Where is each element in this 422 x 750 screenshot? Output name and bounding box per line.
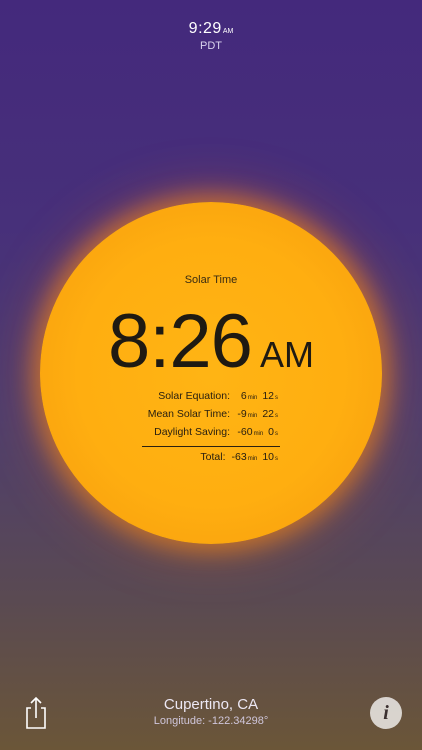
total-label: Total: [200,451,226,463]
solar-time-value: 8:26 [108,299,253,384]
row-value: -60min 0s [237,426,278,438]
row-value: 6min 12s [240,390,278,402]
solar-time-ampm: AM [259,334,314,375]
current-clock: 9:29AM PDT [0,20,422,52]
current-time-ampm: AM [222,28,234,35]
solar-time-label: Solar Time [184,274,238,286]
info-icon: i [383,701,389,724]
total-value: -63min 10s [231,451,278,463]
row-label: Mean Solar Time: [147,408,230,420]
solar-equation-row: Solar Equation: 6min 12s [142,390,280,408]
longitude-text: Longitude: -122.34298° [153,715,269,727]
solar-time-display: 8:26 AM [40,298,382,385]
sum-divider [142,446,280,447]
current-time: 9:29AM [0,20,422,38]
location-info: Cupertino, CA Longitude: -122.34298° [0,696,422,727]
row-label: Daylight Saving: [154,426,230,438]
current-time-value: 9:29 [188,20,222,37]
mean-solar-time-row: Mean Solar Time: -9min 22s [142,408,280,426]
total-row: Total: -63min 10s [142,451,280,469]
timezone-label: PDT [200,40,222,52]
row-value: -9min 22s [237,408,278,420]
daylight-saving-row: Daylight Saving: -60min 0s [142,426,280,444]
info-button[interactable]: i [370,697,402,729]
equation-table: Solar Equation: 6min 12s Mean Solar Time… [142,390,280,469]
sun-dial: Solar Time 8:26 AM Solar Equation: 6min 1… [40,202,382,544]
city-name: Cupertino, CA [163,696,259,713]
row-label: Solar Equation: [158,390,230,402]
